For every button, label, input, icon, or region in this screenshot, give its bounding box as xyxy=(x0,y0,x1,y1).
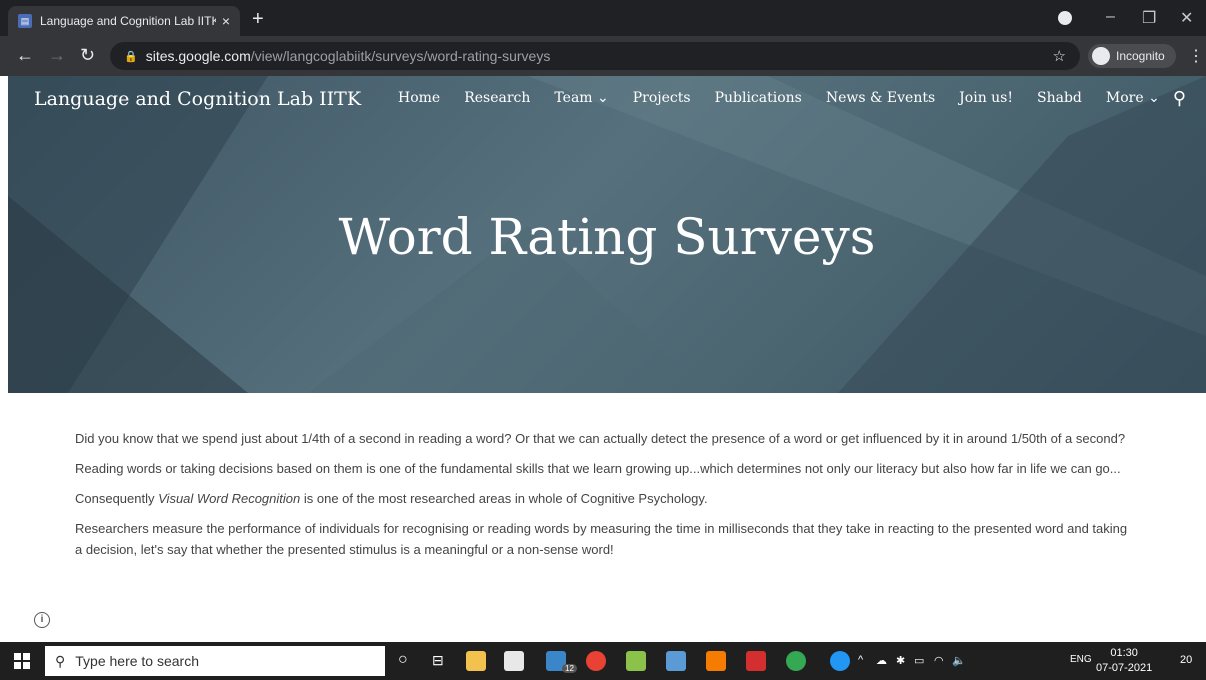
browser-tab-strip: ▤ Language and Cognition Lab IITK × + – … xyxy=(0,0,1206,36)
help-icon[interactable] xyxy=(830,651,850,671)
vlc-icon[interactable] xyxy=(706,651,726,671)
nav-item-home[interactable]: Home xyxy=(398,90,440,106)
visual-word-recognition-emphasis: Visual Word Recognition xyxy=(158,491,301,506)
nav-item-news-events[interactable]: News & Events xyxy=(826,90,935,106)
taskbar-search-placeholder: Type here to search xyxy=(75,653,200,669)
close-window-button[interactable]: ✕ xyxy=(1180,8,1193,28)
windows-start-icon[interactable] xyxy=(14,653,30,669)
task-view-icon[interactable]: ⊟ xyxy=(432,652,444,669)
nav-item-more[interactable]: More ⌄ xyxy=(1106,90,1160,106)
taskbar-clock[interactable]: 01:30 07-07-2021 xyxy=(1096,646,1152,676)
mail-badge: 12 xyxy=(562,664,577,673)
search-icon: ⚲ xyxy=(55,652,66,669)
forward-arrow-icon[interactable]: → xyxy=(48,46,66,64)
site-hero-banner: Language and Cognition Lab IITK Home Res… xyxy=(8,76,1206,393)
incognito-label: Incognito xyxy=(1116,49,1165,63)
cortana-icon[interactable]: ○ xyxy=(398,651,408,669)
cloud-icon[interactable]: ☁ xyxy=(876,654,887,667)
browser-tab[interactable]: ▤ Language and Cognition Lab IITK × xyxy=(8,6,240,36)
store-icon[interactable] xyxy=(504,651,524,671)
nav-item-publications[interactable]: Publications xyxy=(715,90,802,106)
lock-icon: 🔒 xyxy=(124,50,138,63)
info-icon[interactable]: i xyxy=(34,612,50,628)
paragraph-3-start: Consequently xyxy=(75,491,159,506)
tab-close-icon[interactable]: × xyxy=(222,13,230,29)
browser-menu-icon[interactable]: ⋮ xyxy=(1188,46,1204,66)
wifi-icon[interactable]: ◠ xyxy=(934,654,944,667)
hangouts-icon[interactable] xyxy=(786,651,806,671)
notification-count-badge[interactable]: 20 xyxy=(1180,654,1192,666)
windows-taskbar: ⚲ Type here to search ○ ⊟ 12 ^ ☁ ✱ ▭ ◠ 🔈… xyxy=(0,642,1206,680)
restore-button[interactable]: ❐ xyxy=(1142,8,1156,28)
paragraph-2: Reading words or taking decisions based … xyxy=(75,461,1121,476)
incognito-badge[interactable]: Incognito xyxy=(1088,44,1176,68)
url-path: /view/langcoglabiitk/surveys/word-rating… xyxy=(250,48,551,64)
page-title: Word Rating Surveys xyxy=(338,208,876,266)
nav-item-projects[interactable]: Projects xyxy=(633,90,691,106)
address-bar[interactable]: 🔒 sites.google.com /view/langcoglabiitk/… xyxy=(110,42,1080,70)
tab-title: Language and Cognition Lab IITK xyxy=(40,14,216,28)
new-tab-button[interactable]: + xyxy=(252,9,264,29)
nav-item-join-us[interactable]: Join us! xyxy=(959,90,1013,106)
clock-time: 01:30 xyxy=(1110,647,1138,659)
media-control-icon[interactable] xyxy=(1058,11,1072,25)
app-icon-2[interactable] xyxy=(666,651,686,671)
paragraph-1: Did you know that we spend just about 1/… xyxy=(75,431,1126,446)
paragraph-3: Consequently Visual Word Recognition is … xyxy=(75,488,1135,509)
volume-icon[interactable]: 🔈 xyxy=(952,654,966,667)
page-content: Did you know that we spend just about 1/… xyxy=(75,428,1135,569)
reload-icon[interactable]: ↻ xyxy=(80,46,95,64)
acrobat-icon[interactable] xyxy=(746,651,766,671)
nav-item-team[interactable]: Team ⌄ xyxy=(554,90,608,106)
app-icon-1[interactable] xyxy=(626,651,646,671)
bluetooth-icon[interactable]: ✱ xyxy=(896,654,905,667)
nav-item-shabd[interactable]: Shabd xyxy=(1037,90,1082,106)
minimize-button[interactable]: – xyxy=(1106,8,1115,26)
site-nav: Home Research Team ⌄ Projects Publicatio… xyxy=(398,90,1184,106)
chrome-icon[interactable] xyxy=(586,651,606,671)
paragraph-4: Researchers measure the performance of i… xyxy=(75,521,1128,557)
clock-date: 07-07-2021 xyxy=(1096,662,1153,674)
url-host: sites.google.com xyxy=(145,48,251,64)
paragraph-3-end: is one of the most researched areas in w… xyxy=(300,491,708,506)
site-title[interactable]: Language and Cognition Lab IITK xyxy=(34,88,361,110)
bookmark-star-icon[interactable]: ☆ xyxy=(1053,47,1066,65)
browser-toolbar: ← → ↻ 🔒 sites.google.com /view/langcogla… xyxy=(0,36,1206,76)
file-explorer-icon[interactable] xyxy=(466,651,486,671)
tray-chevron-icon[interactable]: ^ xyxy=(858,654,863,666)
back-arrow-icon[interactable]: ← xyxy=(16,46,34,64)
taskbar-search-input[interactable]: ⚲ Type here to search xyxy=(45,646,385,676)
nav-item-research[interactable]: Research xyxy=(464,90,530,106)
site-search-icon[interactable]: ⚲ xyxy=(1173,88,1186,109)
site-favicon-icon: ▤ xyxy=(18,14,32,28)
language-indicator[interactable]: ENG xyxy=(1070,654,1092,665)
incognito-icon xyxy=(1092,47,1110,65)
battery-icon[interactable]: ▭ xyxy=(914,654,924,667)
